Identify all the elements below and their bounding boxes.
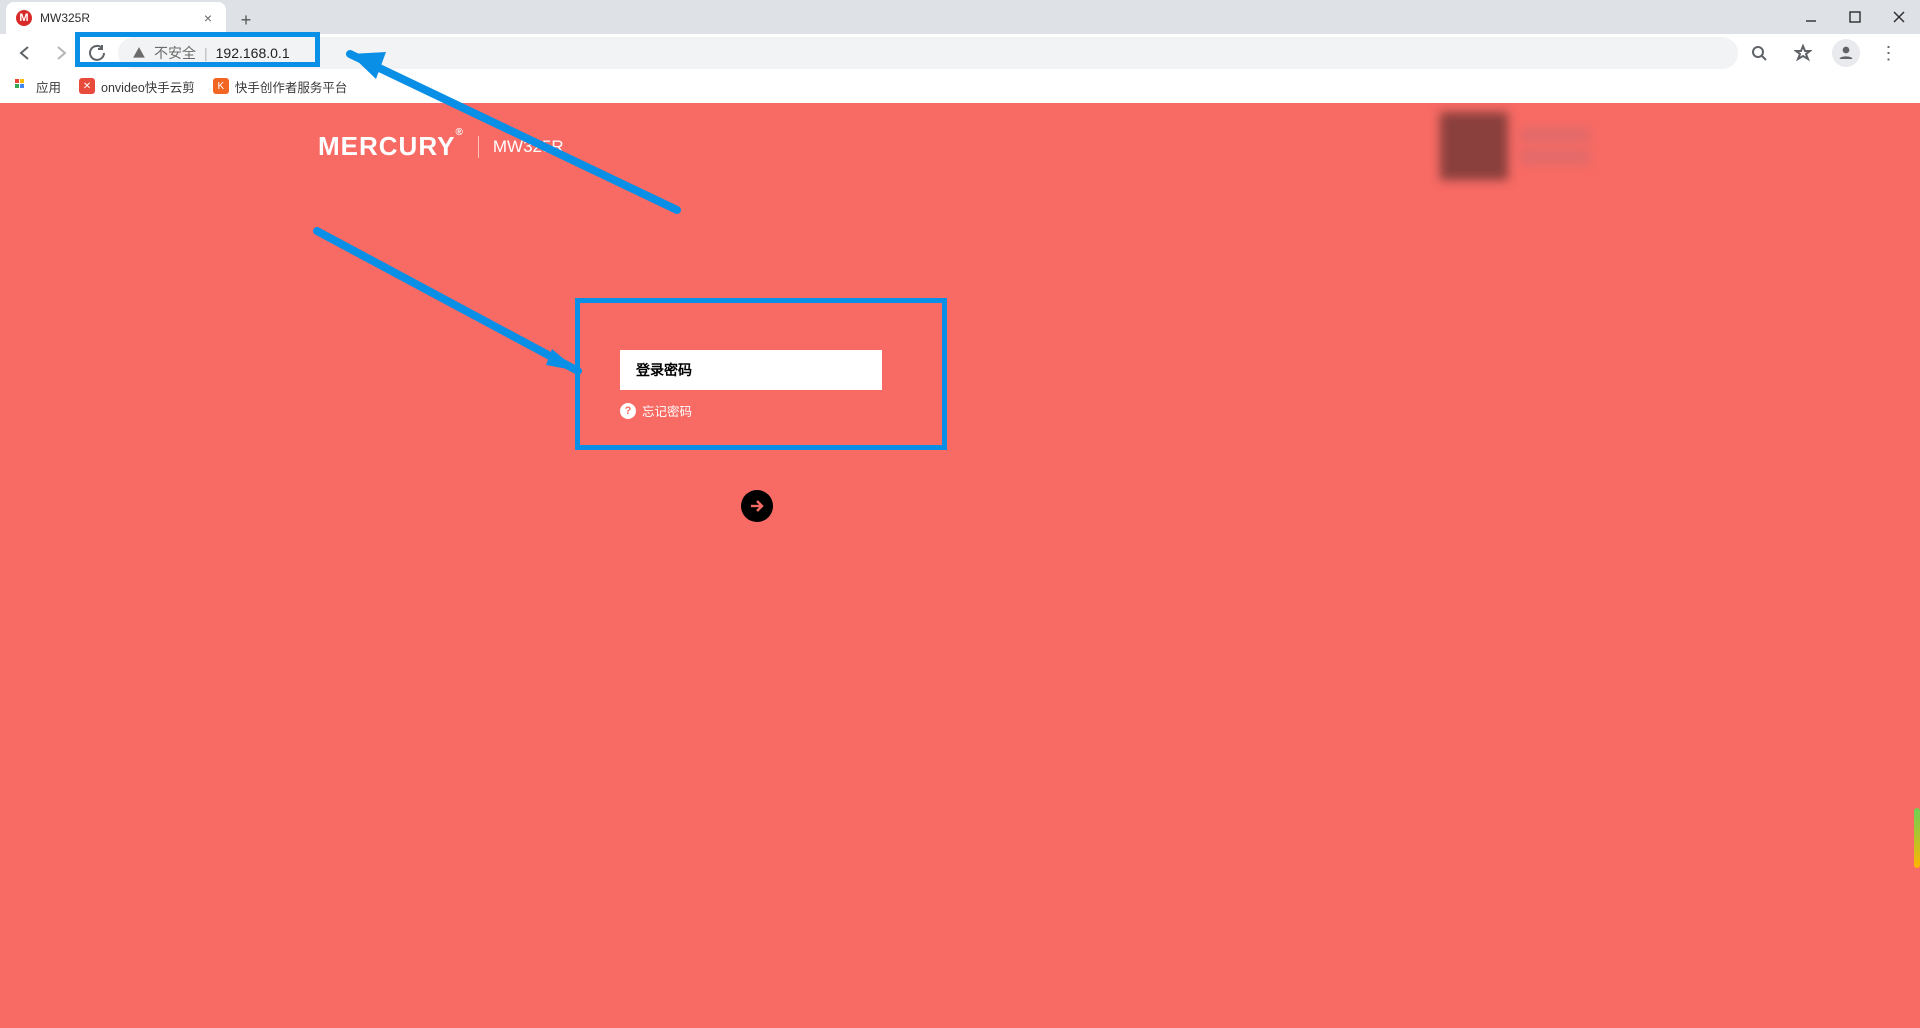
tab-title: MW325R: [40, 11, 90, 25]
bookmark-item-onvideo[interactable]: ✕ onvideo快手云剪: [79, 77, 195, 96]
forgot-password-link[interactable]: ? 忘记密码: [620, 401, 692, 420]
router-login-page: MERCURY® MW325R ? 忘记密码: [0, 103, 1920, 1028]
bookmark-favicon-icon: K: [213, 78, 229, 94]
browser-toolbar: 不安全 | 192.168.0.1 ⋮: [0, 34, 1920, 72]
window-close-icon[interactable]: [1888, 6, 1910, 28]
nav-back-button[interactable]: [10, 38, 40, 68]
chrome-menu-icon[interactable]: ⋮: [1874, 38, 1904, 68]
forgot-password-label: 忘记密码: [642, 401, 692, 420]
annotation-arrow-lower: [0, 103, 1920, 1028]
bookmark-star-icon[interactable]: [1788, 38, 1818, 68]
nav-forward-button[interactable]: [46, 38, 76, 68]
brand-logo: MERCURY®: [318, 131, 464, 162]
nav-reload-button[interactable]: [82, 38, 112, 68]
window-maximize-icon[interactable]: [1844, 6, 1866, 28]
tab-close-icon[interactable]: ×: [204, 10, 212, 26]
bookmark-item-kuaishou[interactable]: K 快手创作者服务平台: [213, 77, 348, 96]
bookmark-label: 快手创作者服务平台: [235, 77, 348, 96]
new-tab-button[interactable]: +: [232, 6, 260, 34]
bookmarks-apps-button[interactable]: 应用: [14, 77, 61, 96]
brand-header: MERCURY® MW325R: [318, 131, 564, 162]
apps-grid-icon: [14, 78, 30, 94]
login-submit-button[interactable]: [741, 490, 773, 522]
question-mark-icon: ?: [620, 403, 636, 419]
zoom-search-icon[interactable]: [1744, 38, 1774, 68]
address-bar[interactable]: 不安全 | 192.168.0.1: [118, 37, 1738, 69]
tab-strip: M MW325R × +: [0, 0, 1920, 34]
user-info-blurred: [1440, 111, 1610, 181]
window-minimize-icon[interactable]: [1800, 6, 1822, 28]
bookmarks-bar: 应用 ✕ onvideo快手云剪 K 快手创作者服务平台: [0, 72, 1920, 100]
tab-favicon: M: [16, 10, 32, 26]
password-input[interactable]: [636, 362, 866, 378]
security-label: 不安全: [154, 43, 196, 63]
profile-avatar-icon[interactable]: [1832, 39, 1860, 67]
bookmarks-apps-label: 应用: [36, 77, 61, 96]
bookmark-label: onvideo快手云剪: [101, 77, 195, 96]
url-text: 192.168.0.1: [216, 45, 290, 61]
bookmark-favicon-icon: ✕: [79, 78, 95, 94]
brand-separator: [478, 136, 479, 158]
password-input-container[interactable]: [620, 350, 882, 390]
not-secure-icon: [132, 46, 146, 60]
browser-tab[interactable]: M MW325R ×: [6, 2, 226, 34]
scroll-indicator: [1914, 808, 1920, 868]
omnibox-divider: |: [204, 45, 208, 61]
browser-chrome: M MW325R × +: [0, 0, 1920, 103]
brand-model: MW325R: [493, 137, 564, 157]
